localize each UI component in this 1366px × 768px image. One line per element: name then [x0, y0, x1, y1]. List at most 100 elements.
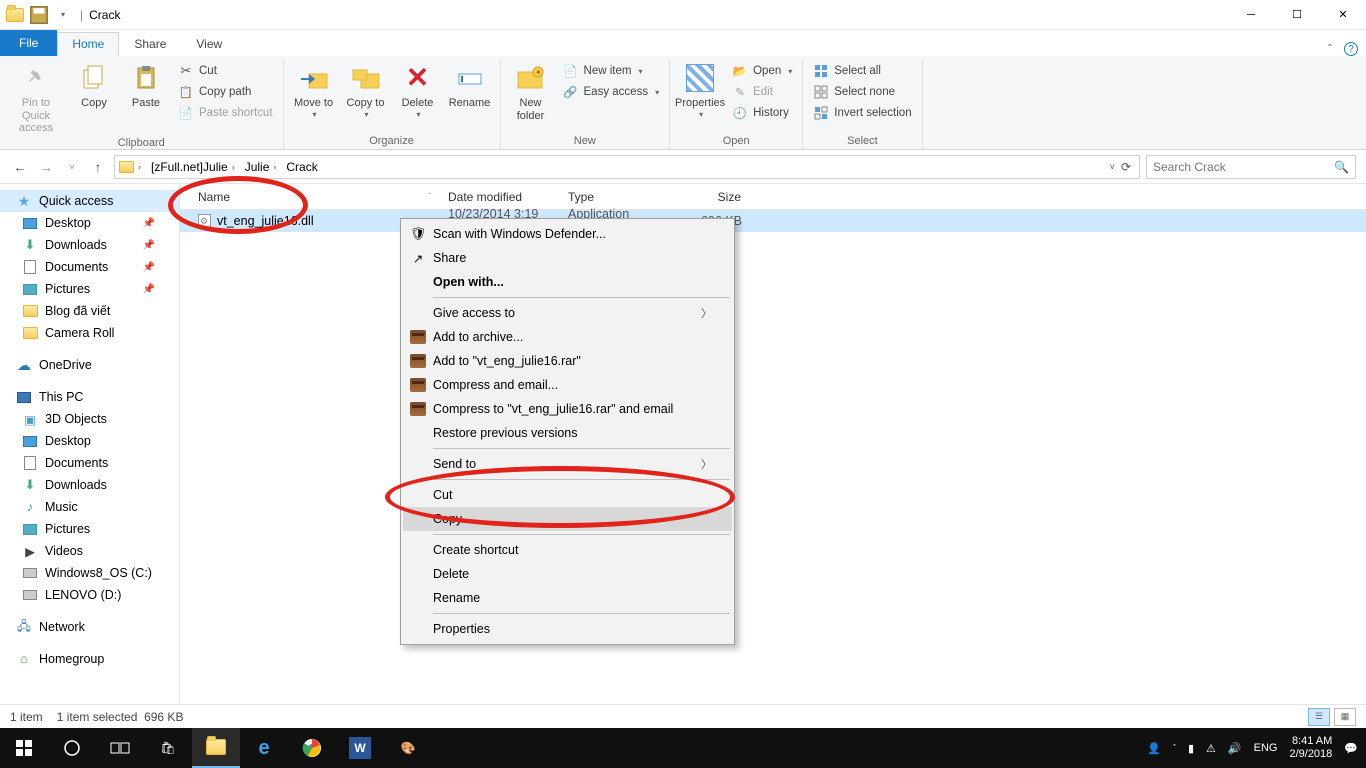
invert-selection-button[interactable]: Invert selection — [809, 104, 915, 122]
col-date[interactable]: Date modified — [440, 190, 560, 204]
new-folder-button[interactable]: ✦New folder — [507, 60, 555, 124]
sidebar-item-drive-d[interactable]: LENOVO (D:) — [0, 584, 179, 606]
copy-button[interactable]: Copy — [70, 60, 118, 112]
easy-access-button[interactable]: 🔗Easy access▾ — [559, 83, 664, 101]
people-icon[interactable]: 👤 — [1147, 742, 1161, 755]
search-input[interactable]: Search Crack🔍 — [1146, 155, 1356, 179]
view-details-button[interactable]: ☰ — [1308, 708, 1330, 726]
ctx-scan[interactable]: Scan with Windows Defender... — [403, 222, 732, 246]
ctx-compressmail[interactable]: Compress and email... — [403, 373, 732, 397]
minimize-button[interactable]: ─ — [1228, 0, 1274, 30]
breadcrumb-item[interactable]: [zFull.net]Julie› — [149, 160, 241, 174]
tray-up-icon[interactable]: ˆ — [1173, 743, 1176, 753]
paste-button[interactable]: Paste — [122, 60, 170, 112]
open-button[interactable]: 📂Open▾ — [728, 62, 796, 80]
pin-quick-access-button[interactable]: Pin to Quick access — [6, 60, 66, 137]
sidebar-item-videos[interactable]: ▶Videos — [0, 540, 179, 562]
file-row[interactable]: vt_eng_julie16.dll 10/23/2014 3:19 AM Ap… — [180, 210, 1366, 232]
clock[interactable]: 8:41 AM2/9/2018 — [1289, 735, 1332, 760]
ctx-restore[interactable]: Restore previous versions — [403, 421, 732, 445]
ctx-addarchive[interactable]: Add to archive... — [403, 325, 732, 349]
explorer-button[interactable] — [192, 728, 240, 768]
tab-share[interactable]: Share — [119, 32, 181, 56]
qat-dropdown-icon[interactable]: ▾ — [52, 4, 74, 26]
help-icon[interactable]: ? — [1344, 42, 1358, 56]
col-name[interactable]: Nameˆ — [190, 190, 440, 204]
new-item-button[interactable]: 📄New item▾ — [559, 62, 664, 80]
move-to-button[interactable]: Move to▾ — [290, 60, 338, 121]
chrome-button[interactable] — [288, 728, 336, 768]
properties-button[interactable]: Properties▾ — [676, 60, 724, 121]
volume-icon[interactable]: 🔊 — [1228, 742, 1242, 755]
sidebar-item-desktop2[interactable]: Desktop — [0, 430, 179, 452]
up-button[interactable]: ↑ — [88, 157, 108, 177]
ctx-shortcut[interactable]: Create shortcut — [403, 538, 732, 562]
sidebar-item-pictures[interactable]: Pictures📌 — [0, 278, 179, 300]
sidebar-item-downloads2[interactable]: ⬇Downloads — [0, 474, 179, 496]
notifications-icon[interactable]: 💬 — [1344, 742, 1358, 755]
sidebar-quick-access[interactable]: ★Quick access — [0, 190, 179, 212]
ctx-addrar[interactable]: Add to "vt_eng_julie16.rar" — [403, 349, 732, 373]
wifi-icon[interactable]: ⚠ — [1206, 742, 1216, 755]
start-button[interactable] — [0, 728, 48, 768]
maximize-button[interactable]: ☐ — [1274, 0, 1320, 30]
ctx-copy[interactable]: Copy — [403, 507, 732, 531]
sidebar-item-pictures2[interactable]: Pictures — [0, 518, 179, 540]
paste-shortcut-button[interactable]: 📄Paste shortcut — [174, 104, 277, 122]
sidebar-item-cameraroll[interactable]: Camera Roll — [0, 322, 179, 344]
ctx-cut[interactable]: Cut — [403, 483, 732, 507]
view-large-button[interactable]: ▦ — [1334, 708, 1356, 726]
language-indicator[interactable]: ENG — [1254, 742, 1278, 754]
edge-button[interactable]: e — [240, 728, 288, 768]
copy-to-button[interactable]: Copy to▾ — [342, 60, 390, 121]
recent-dropdown[interactable]: ˅ — [62, 157, 82, 177]
sidebar-network[interactable]: 🖧Network — [0, 616, 179, 638]
sidebar-item-downloads[interactable]: ⬇Downloads📌 — [0, 234, 179, 256]
sidebar-item-documents[interactable]: Documents📌 — [0, 256, 179, 278]
paint-button[interactable]: 🎨 — [384, 728, 432, 768]
address-bar[interactable]: › [zFull.net]Julie› Julie› Crack ˅⟳ — [114, 155, 1140, 179]
sidebar-item-drive-c[interactable]: Windows8_OS (C:) — [0, 562, 179, 584]
history-button[interactable]: 🕘History — [728, 104, 796, 122]
battery-icon[interactable]: ▮ — [1188, 742, 1194, 755]
rename-button[interactable]: Rename — [446, 60, 494, 112]
breadcrumb-item[interactable]: Crack — [284, 160, 319, 174]
back-button[interactable]: ← — [10, 157, 30, 177]
addr-dropdown-icon[interactable]: ˅ — [1110, 162, 1115, 172]
tab-view[interactable]: View — [181, 32, 237, 56]
cut-button[interactable]: Cut — [174, 62, 277, 80]
ctx-openwith[interactable]: Open with... — [403, 270, 732, 294]
delete-button[interactable]: ✕Delete▾ — [394, 60, 442, 121]
sidebar-onedrive[interactable]: ☁OneDrive — [0, 354, 179, 376]
qat-save-icon[interactable] — [28, 4, 50, 26]
select-all-button[interactable]: Select all — [809, 62, 915, 80]
sidebar-item-desktop[interactable]: Desktop📌 — [0, 212, 179, 234]
ctx-share[interactable]: ↗Share — [403, 246, 732, 270]
col-type[interactable]: Type — [560, 190, 680, 204]
taskview-button[interactable] — [96, 728, 144, 768]
copy-path-button[interactable]: 📋Copy path — [174, 83, 277, 101]
ctx-sendto[interactable]: Send to〉 — [403, 452, 732, 476]
sidebar-item-3dobjects[interactable]: ▣3D Objects — [0, 408, 179, 430]
store-button[interactable]: 🛍 — [144, 728, 192, 768]
sidebar-item-blog[interactable]: Blog đã viết — [0, 300, 179, 322]
sidebar-item-music[interactable]: ♪Music — [0, 496, 179, 518]
forward-button[interactable]: → — [36, 157, 56, 177]
ribbon-collapse-icon[interactable]: ˆ — [1328, 42, 1332, 56]
cortana-button[interactable] — [48, 728, 96, 768]
sidebar-thispc[interactable]: This PC — [0, 386, 179, 408]
ctx-giveaccess[interactable]: Give access to〉 — [403, 301, 732, 325]
sidebar-item-documents2[interactable]: Documents — [0, 452, 179, 474]
ctx-delete[interactable]: Delete — [403, 562, 732, 586]
select-none-button[interactable]: Select none — [809, 83, 915, 101]
tab-file[interactable]: File — [0, 30, 57, 56]
ctx-compressrar[interactable]: Compress to "vt_eng_julie16.rar" and ema… — [403, 397, 732, 421]
tab-home[interactable]: Home — [57, 32, 119, 56]
edit-button[interactable]: ✎Edit — [728, 83, 796, 101]
breadcrumb-item[interactable]: Julie› — [243, 160, 283, 174]
word-button[interactable]: W — [336, 728, 384, 768]
ctx-rename[interactable]: Rename — [403, 586, 732, 610]
close-button[interactable]: ✕ — [1320, 0, 1366, 30]
col-size[interactable]: Size — [680, 190, 750, 204]
refresh-icon[interactable]: ⟳ — [1121, 160, 1131, 174]
